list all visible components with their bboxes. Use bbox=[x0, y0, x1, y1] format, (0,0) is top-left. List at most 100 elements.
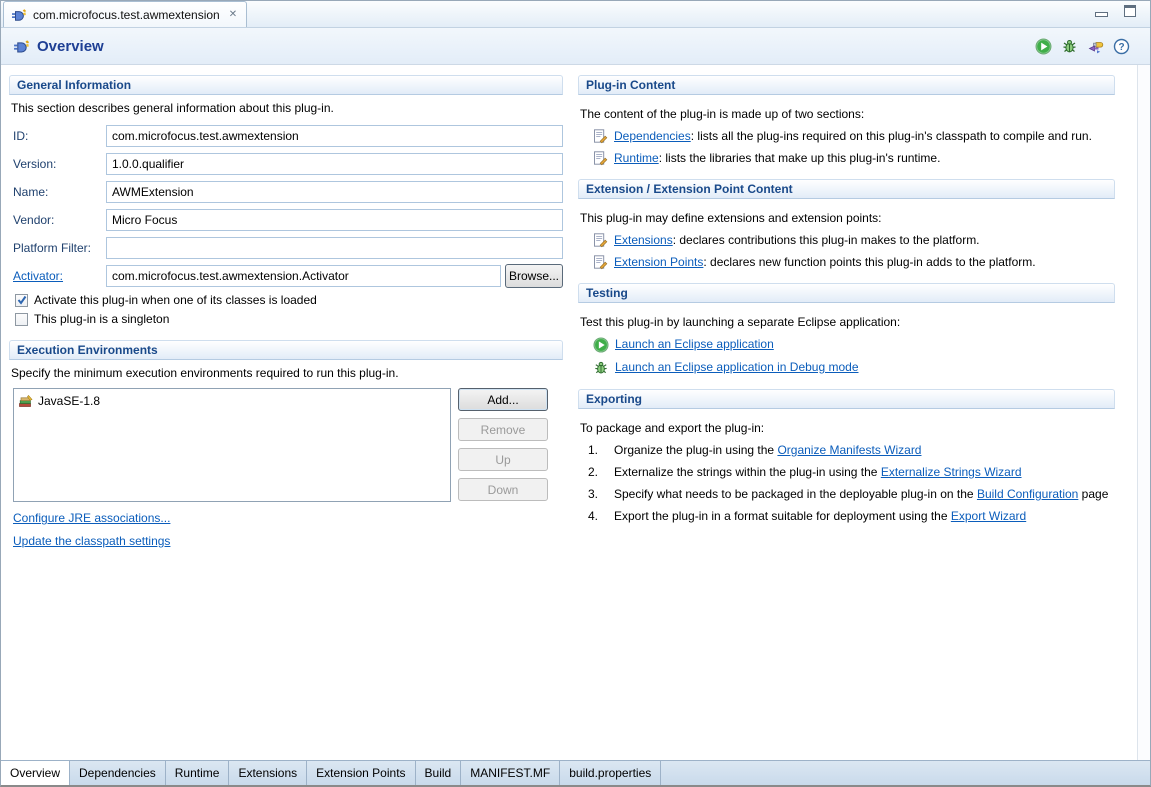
down-button[interactable]: Down bbox=[458, 478, 548, 501]
step-text: Externalize the strings within the plug-… bbox=[614, 465, 881, 479]
execution-environments-header: Execution Environments bbox=[9, 340, 563, 360]
run-icon[interactable] bbox=[1035, 38, 1052, 55]
dependencies-link[interactable]: Dependencies bbox=[614, 129, 691, 143]
minimize-icon[interactable] bbox=[1095, 12, 1108, 17]
tab-close-icon[interactable]: ✕ bbox=[229, 10, 237, 20]
plugin-content-section: Plug-in Content The content of the plug-… bbox=[578, 75, 1115, 166]
tab-build[interactable]: Build bbox=[416, 761, 462, 785]
dependencies-text: : lists all the plug-ins required on thi… bbox=[691, 129, 1092, 143]
step-number: 1. bbox=[588, 443, 604, 457]
activate-checkbox[interactable] bbox=[15, 294, 28, 307]
externalize-strings-link[interactable]: Externalize Strings Wizard bbox=[881, 465, 1022, 479]
browse-button[interactable]: Browse... bbox=[505, 264, 563, 288]
extension-content-header: Extension / Extension Point Content bbox=[578, 179, 1115, 199]
dependencies-bullet: Dependencies: lists all the plug-ins req… bbox=[593, 129, 1115, 144]
build-configuration-link[interactable]: Build Configuration bbox=[977, 487, 1078, 501]
testing-intro: Test this plug-in by launching a separat… bbox=[580, 315, 1113, 329]
organize-manifests-link[interactable]: Organize Manifests Wizard bbox=[777, 443, 921, 457]
editor-tab-bar: com.microfocus.test.awmextension ✕ bbox=[1, 1, 1150, 28]
id-row: ID: bbox=[13, 125, 563, 147]
singleton-checkbox-label: This plug-in is a singleton bbox=[34, 312, 169, 326]
id-input[interactable] bbox=[106, 125, 563, 147]
tab-runtime[interactable]: Runtime bbox=[166, 761, 230, 785]
tab-manifest-mf[interactable]: MANIFEST.MF bbox=[461, 761, 560, 785]
version-label: Version: bbox=[13, 157, 106, 171]
activator-input[interactable] bbox=[106, 265, 501, 287]
run-icon bbox=[593, 337, 609, 353]
extensions-text: : declares contributions this plug-in ma… bbox=[673, 233, 980, 247]
header-toolbar bbox=[1035, 38, 1130, 55]
name-label: Name: bbox=[13, 185, 106, 199]
extensions-link[interactable]: Extensions bbox=[614, 233, 673, 247]
testing-header: Testing bbox=[578, 283, 1115, 303]
name-input[interactable] bbox=[106, 181, 563, 203]
list-item[interactable]: JavaSE-1.8 bbox=[18, 392, 446, 409]
update-classpath-link[interactable]: Update the classpath settings bbox=[13, 534, 170, 548]
export-wizard-link[interactable]: Export Wizard bbox=[951, 509, 1026, 523]
platform-filter-label: Platform Filter: bbox=[13, 241, 106, 255]
plugin-icon bbox=[13, 38, 30, 55]
launch-debug-bullet: Launch an Eclipse application in Debug m… bbox=[593, 360, 1115, 376]
extension-points-text: : declares new function points this plug… bbox=[703, 255, 1035, 269]
plugin-content-header: Plug-in Content bbox=[578, 75, 1115, 95]
page-title: Overview bbox=[37, 38, 104, 55]
general-information-header: General Information bbox=[9, 75, 563, 95]
editor-tab-manifest[interactable]: com.microfocus.test.awmextension ✕ bbox=[3, 1, 247, 27]
platform-filter-row: Platform Filter: bbox=[13, 237, 563, 259]
list-item-label: JavaSE-1.8 bbox=[38, 394, 100, 408]
version-row: Version: bbox=[13, 153, 563, 175]
page-tab-bar: Overview Dependencies Runtime Extensions… bbox=[1, 760, 1150, 785]
view-controls bbox=[1095, 5, 1136, 17]
launch-eclipse-debug-link[interactable]: Launch an Eclipse application in Debug m… bbox=[615, 360, 859, 374]
export-wizard-icon[interactable] bbox=[1087, 38, 1104, 55]
tab-extension-points[interactable]: Extension Points bbox=[307, 761, 415, 785]
export-step-2: 2. Externalize the strings within the pl… bbox=[588, 465, 1115, 479]
extension-content-section: Extension / Extension Point Content This… bbox=[578, 179, 1115, 270]
activate-checkbox-row: Activate this plug-in when one of its cl… bbox=[15, 293, 563, 307]
page-edit-icon bbox=[593, 233, 608, 248]
singleton-checkbox-row: This plug-in is a singleton bbox=[15, 312, 563, 326]
runtime-bullet: Runtime: lists the libraries that make u… bbox=[593, 151, 1115, 166]
step-number: 2. bbox=[588, 465, 604, 479]
debug-icon[interactable] bbox=[1061, 38, 1078, 55]
configure-jre-link[interactable]: Configure JRE associations... bbox=[13, 511, 170, 525]
add-button[interactable]: Add... bbox=[458, 388, 548, 411]
step-text: page bbox=[1078, 487, 1108, 501]
tab-build-properties[interactable]: build.properties bbox=[560, 761, 661, 785]
activator-link[interactable]: Activator: bbox=[13, 269, 106, 283]
remove-button[interactable]: Remove bbox=[458, 418, 548, 441]
vertical-scrollbar[interactable] bbox=[1137, 65, 1150, 760]
overview-page-body: General Information This section describ… bbox=[1, 65, 1150, 760]
execution-environments-body: JavaSE-1.8 Add... Remove Up Down bbox=[13, 388, 563, 502]
help-icon[interactable] bbox=[1113, 38, 1130, 55]
extension-content-intro: This plug-in may define extensions and e… bbox=[580, 211, 1113, 225]
extensions-bullet: Extensions: declares contributions this … bbox=[593, 233, 1115, 248]
extension-points-link[interactable]: Extension Points bbox=[614, 255, 703, 269]
version-input[interactable] bbox=[106, 153, 563, 175]
tab-extensions[interactable]: Extensions bbox=[229, 761, 307, 785]
debug-icon bbox=[593, 360, 609, 376]
right-column: Plug-in Content The content of the plug-… bbox=[563, 65, 1115, 760]
runtime-text: : lists the libraries that make up this … bbox=[659, 151, 941, 165]
plugin-content-intro: The content of the plug-in is made up of… bbox=[580, 107, 1113, 121]
page-edit-icon bbox=[593, 151, 608, 166]
plugin-icon bbox=[11, 7, 27, 23]
id-label: ID: bbox=[13, 129, 106, 143]
jre-library-icon bbox=[18, 393, 33, 408]
step-text: Specify what needs to be packaged in the… bbox=[614, 487, 977, 501]
launch-eclipse-link[interactable]: Launch an Eclipse application bbox=[615, 337, 774, 351]
runtime-link[interactable]: Runtime bbox=[614, 151, 659, 165]
launch-bullet: Launch an Eclipse application bbox=[593, 337, 1115, 353]
tab-overview[interactable]: Overview bbox=[1, 761, 70, 785]
testing-section: Testing Test this plug-in by launching a… bbox=[578, 283, 1115, 376]
platform-filter-input[interactable] bbox=[106, 237, 563, 259]
step-text: Organize the plug-in using the bbox=[614, 443, 777, 457]
tab-dependencies[interactable]: Dependencies bbox=[70, 761, 166, 785]
maximize-icon[interactable] bbox=[1124, 5, 1136, 17]
up-button[interactable]: Up bbox=[458, 448, 548, 471]
page-edit-icon bbox=[593, 129, 608, 144]
step-number: 4. bbox=[588, 509, 604, 523]
general-information-description: This section describes general informati… bbox=[11, 101, 561, 115]
vendor-input[interactable] bbox=[106, 209, 563, 231]
singleton-checkbox[interactable] bbox=[15, 313, 28, 326]
